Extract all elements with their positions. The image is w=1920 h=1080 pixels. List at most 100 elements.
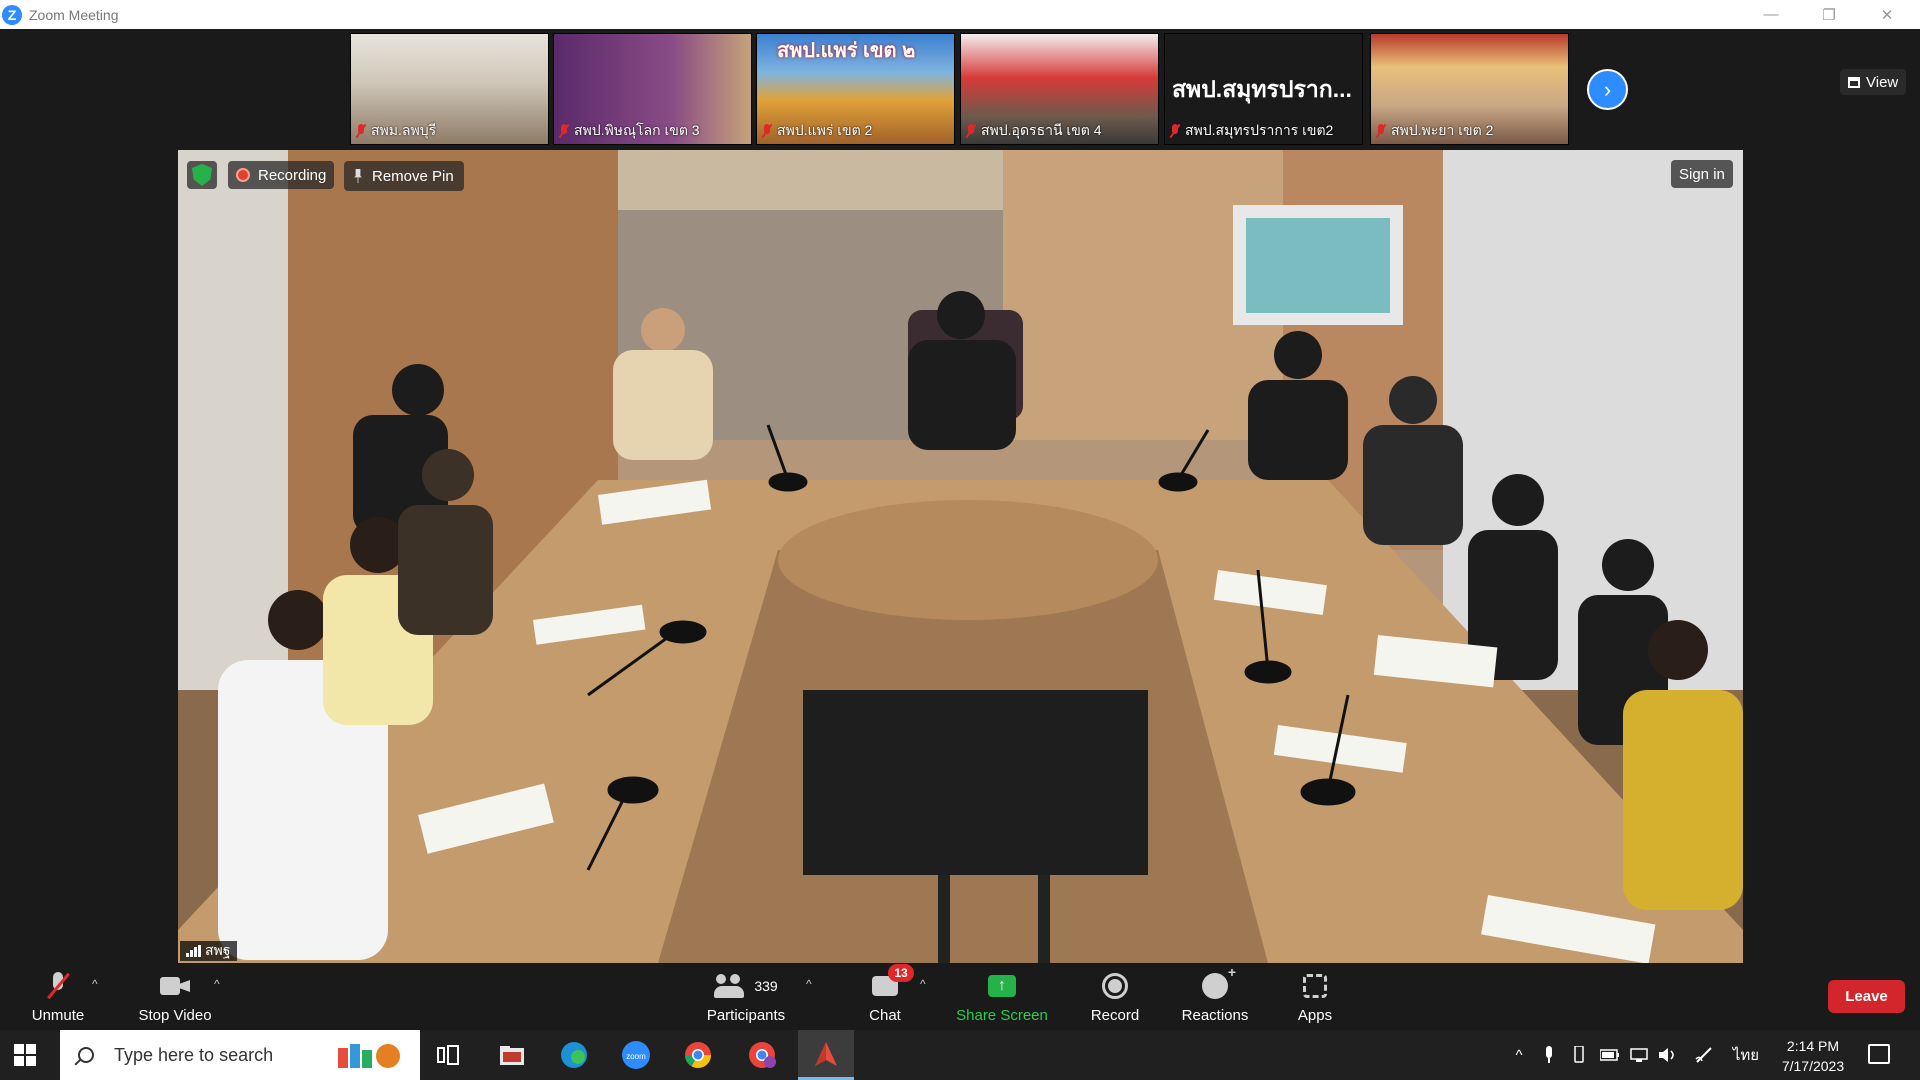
thumbnail-phrae[interactable]: สพป.แพร่ เขต ๒ สพป.แพร่ เขต 2: [756, 33, 955, 145]
participant-strip: สพม.ลพบุรี สพป.พิษณุโลก เขต 3 สพป.แพร่ เ…: [0, 29, 1920, 150]
chat-label: Chat: [869, 1007, 901, 1024]
pinned-app-icon[interactable]: [798, 1030, 854, 1080]
chat-unread-badge: 13: [888, 964, 914, 982]
grid-view-icon: [1848, 76, 1860, 88]
participants-caret-icon[interactable]: ^: [806, 977, 812, 991]
share-screen-button[interactable]: ↑ Share Screen: [952, 963, 1052, 1030]
thumbnail-udonthani[interactable]: สพป.อุดรธานี เขต 4: [960, 33, 1159, 145]
taskbar-search-box[interactable]: Type here to search: [60, 1030, 420, 1080]
search-icon: [78, 1047, 94, 1063]
participants-button[interactable]: 339 Participants: [700, 963, 792, 1030]
main-video: Recording Remove Pin Sign in สพฐ: [178, 150, 1743, 963]
thumbnail-big-name: สพป.สมุทรปราก...: [1172, 76, 1352, 102]
clock-time: 2:14 PM: [1786, 1038, 1840, 1054]
windows-taskbar: Type here to search zoom ^ ไทย 2:14 PM 7…: [0, 1030, 1920, 1080]
next-page-icon[interactable]: ›: [1587, 69, 1628, 110]
file-explorer-icon[interactable]: [484, 1030, 540, 1080]
task-view-icon[interactable]: [420, 1030, 476, 1080]
pen-input-icon[interactable]: [1692, 1030, 1716, 1080]
clock-date: 7/17/2023: [1781, 1058, 1845, 1074]
record-icon: [1102, 973, 1128, 999]
apps-button[interactable]: Apps: [1290, 963, 1340, 1030]
encryption-shield-icon[interactable]: [187, 161, 217, 189]
restore-button[interactable]: ❐: [1800, 0, 1858, 29]
chat-caret-icon[interactable]: ^: [920, 977, 926, 991]
mic-muted-icon: [355, 124, 367, 138]
search-placeholder: Type here to search: [114, 1044, 274, 1065]
unmute-button[interactable]: Unmute: [20, 963, 96, 1030]
shield-icon: [192, 164, 212, 186]
sign-in-button[interactable]: Sign in: [1671, 160, 1733, 188]
stop-video-label: Stop Video: [138, 1007, 212, 1024]
mic-muted-icon: [965, 124, 977, 138]
active-speaker-name: สพฐ: [180, 941, 237, 961]
battery-icon[interactable]: [1598, 1030, 1622, 1080]
share-screen-label: Share Screen: [956, 1007, 1048, 1024]
close-button[interactable]: ✕: [1858, 0, 1916, 29]
mic-muted-icon: [558, 124, 570, 138]
leave-button[interactable]: Leave: [1828, 980, 1905, 1013]
mic-muted-icon: [1375, 124, 1387, 138]
reactions-label: Reactions: [1181, 1007, 1249, 1024]
edge-browser-icon[interactable]: [546, 1030, 602, 1080]
remove-pin-label: Remove Pin: [372, 167, 454, 185]
taskbar-clock[interactable]: 2:14 PM 7/17/2023: [1768, 1036, 1858, 1076]
unmute-label: Unmute: [31, 1007, 85, 1024]
search-highlight-icon: [338, 1044, 400, 1068]
window-title: Zoom Meeting: [29, 6, 119, 23]
participants-icon: [714, 974, 745, 998]
chrome-profile-icon[interactable]: [734, 1030, 790, 1080]
thumbnail-name: สพป.พิษณุโลก เขต 3: [558, 120, 700, 142]
thumbnail-lopburi[interactable]: สพม.ลพบุรี: [350, 33, 549, 145]
chat-icon: 13: [872, 964, 914, 996]
thumbnail-name: สพป.สมุทรปราการ เขต2: [1169, 120, 1333, 142]
thumbnail-phayao[interactable]: สพป.พะยา เขต 2: [1370, 33, 1569, 145]
minimize-button[interactable]: —: [1742, 0, 1800, 29]
participants-count: 339: [754, 978, 778, 994]
notification-center-icon[interactable]: [1868, 1044, 1890, 1064]
video-camera-icon: [160, 976, 190, 996]
stop-video-button[interactable]: Stop Video: [130, 963, 220, 1030]
chat-button[interactable]: 13 Chat: [860, 963, 914, 1030]
zoom-logo-icon: Z: [2, 4, 22, 25]
thumbnail-samutprakan[interactable]: สพป.สมุทรปราก... สพป.สมุทรปราการ เขต2: [1164, 33, 1363, 145]
pin-icon: [354, 169, 362, 183]
share-screen-icon: ↑: [988, 975, 1016, 997]
recording-indicator[interactable]: Recording: [228, 161, 335, 189]
thumbnail-name: สพป.อุดรธานี เขต 4: [965, 120, 1102, 142]
volume-icon[interactable]: [1656, 1030, 1680, 1080]
mic-muted-icon: [47, 972, 69, 1000]
microphone-tray-icon[interactable]: [1538, 1030, 1560, 1080]
thumbnail-phitsanulok[interactable]: สพป.พิษณุโลก เขต 3: [553, 33, 752, 145]
record-label: Record: [1090, 1007, 1140, 1024]
windows-start-icon[interactable]: [14, 1044, 36, 1066]
apps-icon: [1303, 974, 1327, 998]
thumbnail-name: สพป.พะยา เขต 2: [1375, 120, 1493, 142]
thumbnail-name: สพม.ลพบุรี: [355, 120, 436, 142]
mic-muted-icon: [1169, 124, 1181, 138]
active-speaker-label: สพฐ: [205, 942, 231, 958]
remove-pin-button[interactable]: Remove Pin: [344, 161, 464, 191]
device-tray-icon[interactable]: [1568, 1030, 1590, 1080]
apps-label: Apps: [1297, 1007, 1333, 1024]
meeting-toolbar: Unmute ^ Stop Video ^ 339 Participants ^…: [0, 963, 1920, 1030]
audio-options-caret-icon[interactable]: ^: [92, 977, 98, 991]
recording-dot-icon: [236, 168, 250, 182]
meeting-room-scene: [178, 150, 1743, 963]
video-options-caret-icon[interactable]: ^: [214, 977, 220, 991]
reactions-smiley-icon: [1202, 964, 1236, 999]
view-label: View: [1866, 73, 1899, 91]
chrome-browser-icon[interactable]: [670, 1030, 726, 1080]
show-hidden-icons-chevron-icon[interactable]: ^: [1506, 1030, 1532, 1080]
thumbnail-name: สพป.แพร่ เขต 2: [761, 120, 872, 142]
record-button[interactable]: Record: [1085, 963, 1145, 1030]
zoom-app-icon[interactable]: zoom: [608, 1030, 664, 1080]
input-language-indicator[interactable]: ไทย: [1730, 1030, 1762, 1080]
mic-muted-icon: [761, 124, 773, 138]
recording-label: Recording: [258, 166, 327, 184]
network-icon[interactable]: [1628, 1030, 1652, 1080]
sign-in-label: Sign in: [1679, 165, 1725, 183]
view-button[interactable]: View: [1840, 69, 1907, 95]
thumbnail-overlay-text: สพป.แพร่ เขต ๒: [777, 40, 916, 62]
reactions-button[interactable]: Reactions: [1175, 963, 1255, 1030]
